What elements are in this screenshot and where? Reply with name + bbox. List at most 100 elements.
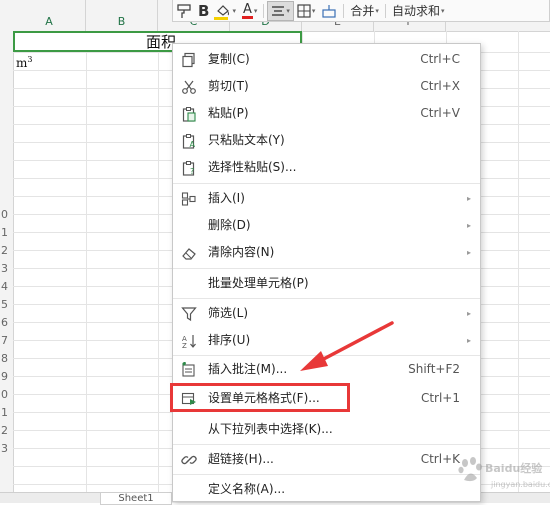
menu-label: 定义名称(A)... (208, 482, 286, 496)
menu-label: 插入批注(M)... (208, 362, 288, 376)
menu-item-sort[interactable]: AZ 排序(U) ▸ (173, 327, 480, 354)
align-center-icon (272, 5, 285, 16)
row-header[interactable]: 2 (0, 242, 8, 260)
align-center-button[interactable]: ▾ (267, 0, 294, 21)
font-color-icon: A (241, 1, 253, 19)
chevron-down-icon[interactable]: ▾ (312, 7, 316, 15)
filter-icon (180, 305, 198, 323)
menu-divider (173, 183, 480, 184)
menu-item-paste[interactable]: 粘贴(P) Ctrl+V (173, 100, 480, 127)
row-header[interactable]: 7 (0, 332, 8, 350)
menu-label: 插入(I) (208, 191, 245, 205)
menu-shortcut: Shift+F2 (408, 362, 460, 376)
scissors-icon (180, 78, 198, 96)
menu-label: 粘贴(P) (208, 106, 249, 120)
column-header-a[interactable]: A (13, 0, 86, 31)
paw-logo-icon (458, 457, 482, 482)
watermark-text: Baidu经验 (485, 462, 543, 475)
borders-icon (297, 3, 311, 18)
row-header[interactable]: 0 (0, 386, 8, 404)
menu-shortcut: Ctrl+C (420, 52, 460, 66)
menu-shortcut: Ctrl+X (420, 79, 460, 93)
row-header[interactable]: 8 (0, 350, 8, 368)
sheet-tab[interactable]: Sheet1 (100, 492, 172, 505)
insert-icon (180, 190, 198, 208)
menu-item-cut[interactable]: 剪切(T) Ctrl+X (173, 73, 480, 100)
borders-button[interactable]: ▾ (294, 1, 319, 21)
row-header[interactable]: 1 (0, 224, 8, 242)
menu-item-clear-contents[interactable]: 清除内容(N) ▸ (173, 239, 480, 266)
menu-label: 排序(U) (208, 333, 251, 347)
menu-item-delete[interactable]: 删除(D) ▸ (173, 212, 480, 239)
menu-divider (173, 474, 480, 475)
menu-item-pick-from-dropdown[interactable]: 从下拉列表中选择(K)... (173, 416, 480, 443)
row-header[interactable]: 9 (0, 368, 8, 386)
font-color-button[interactable]: A ▾ (239, 1, 260, 21)
menu-label: 清除内容(N) (208, 245, 275, 259)
menu-label: 复制(C) (208, 52, 250, 66)
row-header[interactable]: 4 (0, 278, 8, 296)
chevron-down-icon[interactable]: ▾ (375, 7, 379, 15)
format-painter-button[interactable] (173, 1, 195, 21)
menu-item-insert-comment[interactable]: 插入批注(M)... Shift+F2 (173, 356, 480, 383)
unit-text: m (16, 56, 28, 70)
autosum-label: 自动求和 (391, 4, 440, 18)
row-header-bar: 0 1 2 3 4 5 6 7 8 9 0 1 2 3 (0, 31, 14, 502)
menu-label: 删除(D) (208, 218, 251, 232)
fill-color-button[interactable]: ▾ (212, 1, 239, 21)
fill-bucket-icon (217, 4, 230, 16)
row-header[interactable]: 3 (0, 260, 8, 278)
chevron-down-icon[interactable]: ▾ (441, 7, 445, 15)
paste-special-icon: ? (180, 159, 198, 177)
context-menu: 复制(C) Ctrl+C 剪切(T) Ctrl+X 粘贴(P) Ctrl+V A… (172, 43, 481, 502)
toolbar-divider (343, 3, 345, 18)
copy-icon (180, 51, 198, 69)
row-header[interactable]: 6 (0, 314, 8, 332)
menu-item-paste-text-only[interactable]: A 只粘贴文本(Y) (173, 127, 480, 154)
row-header[interactable]: 2 (0, 422, 8, 440)
submenu-arrow-icon: ▸ (466, 336, 471, 345)
row-header[interactable]: 5 (0, 296, 8, 314)
fill-color-swatch (214, 16, 229, 20)
cell-style-button[interactable] (318, 1, 340, 21)
menu-shortcut: Ctrl+1 (420, 391, 460, 405)
chevron-down-icon[interactable]: ▾ (232, 7, 236, 15)
gridline-vertical (86, 31, 87, 502)
chevron-down-icon[interactable]: ▾ (254, 7, 258, 15)
menu-item-define-name[interactable]: 定义名称(A)... (173, 476, 480, 503)
menu-item-filter[interactable]: 筛选(L) ▸ (173, 300, 480, 327)
menu-item-copy[interactable]: 复制(C) Ctrl+C (173, 46, 480, 73)
chevron-down-icon[interactable]: ▾ (286, 7, 290, 15)
format-painter-icon (177, 3, 191, 18)
toolbar-divider (384, 3, 386, 18)
bold-button[interactable]: B (195, 1, 212, 21)
paste-text-icon: A (180, 132, 198, 150)
gridline-vertical (158, 31, 159, 502)
menu-shortcut: Ctrl+V (420, 106, 460, 120)
unit-cell[interactable]: m3 (16, 55, 32, 70)
submenu-arrow-icon: ▸ (466, 309, 471, 318)
paste-icon (180, 105, 198, 123)
column-header-b[interactable]: B (86, 0, 158, 31)
menu-item-batch-process[interactable]: 批量处理单元格(P) (173, 270, 480, 297)
svg-text:Z: Z (182, 342, 187, 349)
menu-item-hyperlink[interactable]: 超链接(H)... Ctrl+K (173, 446, 480, 473)
comment-icon (180, 361, 198, 379)
svg-text:?: ? (190, 167, 194, 176)
submenu-arrow-icon: ▸ (466, 248, 471, 257)
row-header[interactable]: 0 (0, 206, 8, 224)
row-header[interactable]: 3 (0, 440, 8, 458)
toolbar-divider (263, 3, 265, 18)
menu-divider (173, 268, 480, 269)
menu-divider (173, 444, 480, 445)
menu-item-insert[interactable]: 插入(I) ▸ (173, 185, 480, 212)
menu-label: 只粘贴文本(Y) (208, 133, 285, 147)
row-header[interactable]: 1 (0, 404, 8, 422)
baidu-watermark: Baidu经验 jingyan.baidu.com (455, 450, 550, 498)
watermark-subtext: jingyan.baidu.com (491, 480, 550, 489)
gridline-vertical (518, 31, 519, 502)
link-icon (180, 451, 198, 469)
menu-item-paste-special[interactable]: ? 选择性粘贴(S)... (173, 154, 480, 181)
autosum-button[interactable]: 自动求和 ▾ (389, 1, 448, 21)
merge-cells-button[interactable]: 合并 ▾ (347, 1, 382, 21)
